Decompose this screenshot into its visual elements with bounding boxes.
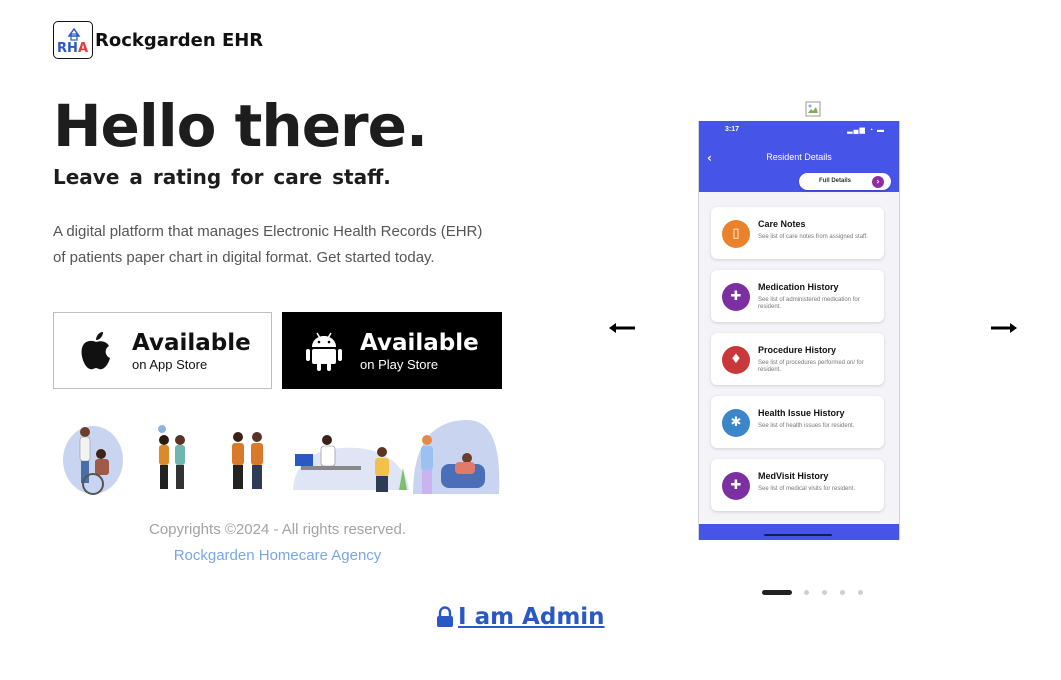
- full-details-pill: Full Details ›: [799, 173, 891, 190]
- signal-battery-icon: ▂▄▆ ◔ ▬: [847, 127, 885, 134]
- app-screenshot: 3:17 ▂▄▆ ◔ ▬ ‹ Resident Details Full Det…: [698, 121, 900, 540]
- hero-title: Hello there.: [53, 92, 428, 160]
- medication-history-card: ✚ Medication History See list of adminis…: [711, 270, 884, 322]
- home-indicator: [764, 534, 832, 536]
- medication-icon: ✚: [722, 283, 750, 311]
- card-description: See list of administered medication for …: [758, 297, 860, 310]
- android-icon: [304, 328, 344, 374]
- lock-icon: [436, 606, 454, 628]
- carousel-indicators: [762, 590, 876, 595]
- phone-screen-title: Resident Details: [766, 152, 832, 162]
- care-illustration: [57, 418, 501, 498]
- card-description: See list of medical visits for resident.: [758, 486, 856, 492]
- app-store-button[interactable]: Available on App Store: [53, 312, 272, 389]
- broken-image-icon: [805, 101, 821, 117]
- play-store-label: on Play Store: [360, 356, 439, 372]
- arrow-right-icon[interactable]: [990, 320, 1018, 334]
- hero-description: A digital platform that manages Electron…: [53, 223, 483, 266]
- chevron-right-icon: ›: [872, 176, 884, 188]
- notes-icon: ▯: [722, 220, 750, 248]
- carousel-dot[interactable]: [804, 590, 809, 595]
- arrow-left-icon[interactable]: [608, 320, 636, 334]
- copyright-text: Copyrights ©2024 - All rights reserved.: [149, 521, 406, 538]
- app-store-available: Available: [132, 329, 251, 356]
- card-title: Medication History: [758, 282, 839, 292]
- full-details-label: Full Details: [819, 178, 852, 184]
- status-time: 3:17: [725, 126, 740, 133]
- carousel-dot[interactable]: [858, 590, 863, 595]
- care-notes-card: ▯ Care Notes See list of care notes from…: [711, 207, 884, 259]
- card-description: See list of care notes from assigned sta…: [758, 234, 868, 240]
- brand-name: Rockgarden EHR: [95, 29, 264, 51]
- admin-link[interactable]: I am Admin: [436, 604, 605, 630]
- phone-bottom-bar: [699, 524, 899, 540]
- carousel-dot[interactable]: [762, 590, 792, 595]
- logo-mark-icon: R H A: [53, 21, 93, 59]
- play-store-button[interactable]: Available on Play Store: [282, 312, 502, 389]
- admin-link-label: I am Admin: [458, 604, 605, 630]
- play-store-available: Available: [360, 329, 479, 356]
- app-store-label: on App Store: [132, 356, 208, 372]
- svg-text:A: A: [78, 41, 88, 56]
- card-title: Health Issue History: [758, 408, 845, 418]
- procedure-history-card: ♦ Procedure History See list of procedur…: [711, 333, 884, 385]
- company-link[interactable]: Rockgarden Homecare Agency: [53, 547, 502, 564]
- card-title: MedVisit History: [758, 471, 829, 481]
- medvisit-icon: ✚: [722, 472, 750, 500]
- apple-icon: [76, 328, 116, 374]
- carousel-dot[interactable]: [840, 590, 845, 595]
- hero-subtitle: Leave a rating for care staff.: [53, 165, 391, 189]
- phone-status-bar: 3:17 ▂▄▆ ◔ ▬: [699, 121, 899, 139]
- carousel-dot[interactable]: [822, 590, 827, 595]
- card-description: See list of procedures performed on/ for…: [758, 360, 864, 373]
- health-icon: ✱: [722, 409, 750, 437]
- card-description: See list of health issues for resident.: [758, 423, 855, 429]
- svg-text:R: R: [57, 41, 67, 56]
- procedure-icon: ♦: [722, 346, 750, 374]
- card-title: Procedure History: [758, 345, 837, 355]
- medvisit-history-card: ✚ MedVisit History See list of medical v…: [711, 459, 884, 511]
- card-title: Care Notes: [758, 219, 806, 229]
- svg-text:H: H: [67, 41, 78, 56]
- brand-logo[interactable]: R H A Rockgarden EHR: [53, 21, 263, 59]
- health-issue-history-card: ✱ Health Issue History See list of healt…: [711, 396, 884, 448]
